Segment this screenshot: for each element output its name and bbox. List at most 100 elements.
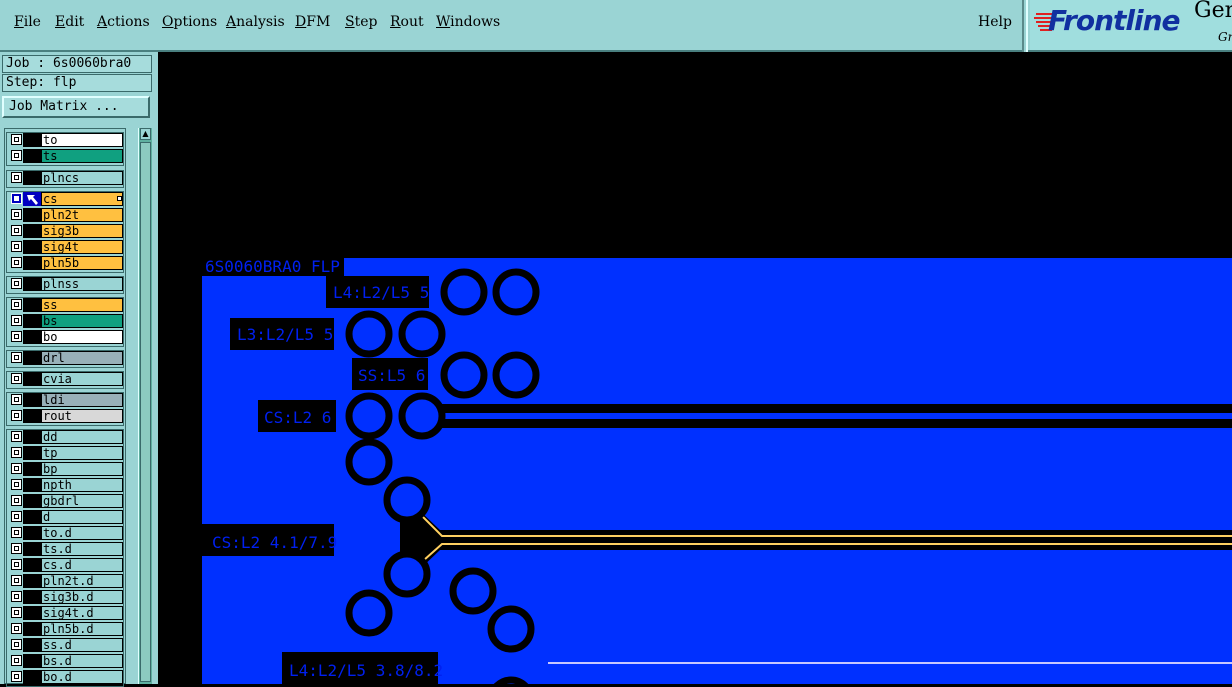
- layer-name[interactable]: plnss: [41, 277, 123, 291]
- layer-name[interactable]: ldi: [41, 393, 123, 407]
- layer-row-cs[interactable]: cs: [7, 192, 125, 206]
- layer-name[interactable]: bs: [41, 314, 123, 328]
- layer-checkbox[interactable]: [11, 543, 22, 554]
- layer-checkbox[interactable]: [11, 639, 22, 650]
- layer-row-to-d[interactable]: to.d: [7, 526, 125, 540]
- layer-row-gbdrl[interactable]: gbdrl: [7, 494, 125, 508]
- layer-checkbox[interactable]: [11, 257, 22, 268]
- layer-row-sig4t[interactable]: sig4t: [7, 240, 125, 254]
- layer-row-plnss[interactable]: plnss: [7, 277, 125, 291]
- layer-row-sig3b[interactable]: sig3b: [7, 224, 125, 238]
- layer-checkbox[interactable]: [11, 575, 22, 586]
- layer-row-ts[interactable]: ts: [7, 149, 125, 163]
- layer-checkbox[interactable]: [11, 495, 22, 506]
- layer-name[interactable]: pln2t.d: [41, 574, 123, 588]
- menu-analysis[interactable]: Analysis: [226, 14, 285, 30]
- layer-name[interactable]: bp: [41, 462, 123, 476]
- layer-name[interactable]: rout: [41, 409, 123, 423]
- layer-row-pln5b-d[interactable]: pln5b.d: [7, 622, 125, 636]
- layer-name[interactable]: sig3b: [41, 224, 123, 238]
- scroll-thumb[interactable]: [140, 142, 151, 682]
- layer-list-scrollbar[interactable]: ▲: [138, 128, 152, 684]
- layer-row-cvia[interactable]: cvia: [7, 372, 125, 386]
- layer-name[interactable]: bs.d: [41, 654, 123, 668]
- layer-row-tp[interactable]: tp: [7, 446, 125, 460]
- layer-row-plncs[interactable]: plncs: [7, 171, 125, 185]
- layer-checkbox[interactable]: [11, 352, 22, 363]
- layer-checkbox[interactable]: [11, 655, 22, 666]
- layer-name[interactable]: gbdrl: [41, 494, 123, 508]
- layer-name[interactable]: ss.d: [41, 638, 123, 652]
- layer-checkbox[interactable]: [11, 431, 22, 442]
- layer-row-drl[interactable]: drl: [7, 351, 125, 365]
- layer-row-ss[interactable]: ss: [7, 298, 125, 312]
- layer-row-bs-d[interactable]: bs.d: [7, 654, 125, 668]
- layer-row-npth[interactable]: npth: [7, 478, 125, 492]
- layer-name[interactable]: cs: [41, 192, 123, 206]
- layer-name[interactable]: pln5b.d: [41, 622, 123, 636]
- job-matrix-button[interactable]: Job Matrix ...: [2, 96, 150, 118]
- menu-actions[interactable]: Actions: [97, 14, 150, 30]
- layer-name[interactable]: sig3b.d: [41, 590, 123, 604]
- layer-row-pln5b[interactable]: pln5b: [7, 256, 125, 270]
- layer-checkbox[interactable]: [11, 527, 22, 538]
- layer-checkbox[interactable]: [11, 241, 22, 252]
- menu-windows[interactable]: Windows: [436, 14, 500, 30]
- layer-checkbox[interactable]: [11, 278, 22, 289]
- layer-name[interactable]: ts: [41, 149, 123, 163]
- layer-checkbox[interactable]: [11, 511, 22, 522]
- layer-checkbox[interactable]: [11, 150, 22, 161]
- layer-row-bo[interactable]: bo: [7, 330, 125, 344]
- layer-name[interactable]: pln2t: [41, 208, 123, 222]
- layer-name[interactable]: to: [41, 133, 123, 147]
- layer-row-pln2t-d[interactable]: pln2t.d: [7, 574, 125, 588]
- layer-checkbox[interactable]: [11, 315, 22, 326]
- layer-checkbox[interactable]: [11, 559, 22, 570]
- layer-row-ldi[interactable]: ldi: [7, 393, 125, 407]
- layer-checkbox[interactable]: [11, 331, 22, 342]
- layer-name[interactable]: bo.d: [41, 670, 123, 684]
- layer-checkbox[interactable]: [11, 134, 22, 145]
- layer-name[interactable]: sig4t.d: [41, 606, 123, 620]
- layer-row-pln2t[interactable]: pln2t: [7, 208, 125, 222]
- layer-checkbox[interactable]: [11, 193, 22, 204]
- layer-row-sig3b-d[interactable]: sig3b.d: [7, 590, 125, 604]
- layer-checkbox[interactable]: [11, 299, 22, 310]
- layer-checkbox[interactable]: [11, 410, 22, 421]
- layer-name[interactable]: to.d: [41, 526, 123, 540]
- layer-checkbox[interactable]: [11, 225, 22, 236]
- layer-row-rout[interactable]: rout: [7, 409, 125, 423]
- layer-name[interactable]: ss: [41, 298, 123, 312]
- layer-name[interactable]: ts.d: [41, 542, 123, 556]
- layer-checkbox[interactable]: [11, 607, 22, 618]
- layer-name[interactable]: pln5b: [41, 256, 123, 270]
- layer-checkbox[interactable]: [11, 591, 22, 602]
- layer-name[interactable]: tp: [41, 446, 123, 460]
- layer-checkbox[interactable]: [11, 671, 22, 682]
- layer-name[interactable]: cvia: [41, 372, 123, 386]
- menu-help[interactable]: Help: [978, 14, 1012, 30]
- layer-row-ss-d[interactable]: ss.d: [7, 638, 125, 652]
- layer-name[interactable]: plncs: [41, 171, 123, 185]
- layer-checkbox[interactable]: [11, 172, 22, 183]
- graphic-canvas[interactable]: 6S0060BRA0 FLP L4:L2/L5 5 L3:L2/L5 5 SS:…: [158, 52, 1232, 684]
- layer-row-dd[interactable]: dd: [7, 430, 125, 444]
- layer-row-sig4t-d[interactable]: sig4t.d: [7, 606, 125, 620]
- layer-checkbox[interactable]: [11, 447, 22, 458]
- layer-checkbox[interactable]: [11, 394, 22, 405]
- layer-checkbox[interactable]: [11, 463, 22, 474]
- layer-name[interactable]: sig4t: [41, 240, 123, 254]
- layer-checkbox[interactable]: [11, 209, 22, 220]
- scroll-up-arrow-icon[interactable]: ▲: [140, 128, 151, 140]
- menu-dfm[interactable]: DFM: [295, 14, 330, 30]
- menu-step[interactable]: Step: [345, 14, 377, 30]
- layer-name[interactable]: bo: [41, 330, 123, 344]
- layer-name[interactable]: drl: [41, 351, 123, 365]
- layer-row-bp[interactable]: bp: [7, 462, 125, 476]
- layer-name[interactable]: cs.d: [41, 558, 123, 572]
- menu-options[interactable]: Options: [162, 14, 217, 30]
- layer-checkbox[interactable]: [11, 623, 22, 634]
- layer-row-ts-d[interactable]: ts.d: [7, 542, 125, 556]
- layer-name[interactable]: npth: [41, 478, 123, 492]
- menu-edit[interactable]: Edit: [55, 14, 84, 30]
